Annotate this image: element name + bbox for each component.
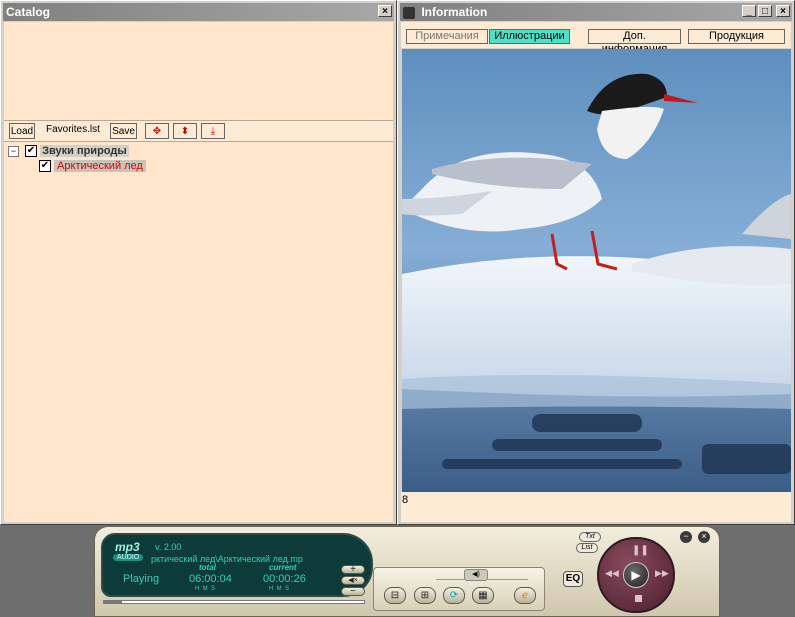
tab-notes[interactable]: Примечания [406,29,488,44]
play-button[interactable]: ▶ [623,562,649,588]
balance-slider[interactable]: ◀) [436,569,528,581]
web-button[interactable]: ℯ [514,587,536,604]
transport-panel: ◀) ⊟ ⊞ ⟳ ▦ ℯ [373,567,545,611]
player-close-button[interactable]: × [698,531,710,543]
mp3-player: mp3 AUDIO v. 2.00 рктический лед\Арктиче… [94,526,720,617]
mute-button[interactable]: ◀× [341,576,365,585]
player-lcd: mp3 AUDIO v. 2.00 рктический лед\Арктиче… [101,533,373,597]
player-minimize-button[interactable]: − [680,531,692,543]
catalog-tree: − ✔ Звуки природы ✔ Арктический лед [4,142,393,522]
total-label: total [199,563,216,572]
catalog-title: Catalog [6,5,51,19]
tab-products[interactable]: Продукция [688,29,785,44]
information-title: Information [421,5,488,19]
current-time: 00:00:26 [263,573,306,585]
tree-node-nature-sounds[interactable]: − ✔ Звуки природы [8,145,129,159]
image-index: 8 [402,494,409,506]
catalog-toolbar: Load Favorites.lst Save ✥ ⬍ ⤓ [4,120,393,142]
illustration-image [402,49,791,492]
current-hms: H M S [269,586,290,592]
move-all-icon[interactable]: ✥ [145,123,169,139]
total-hms: H M S [195,586,216,592]
speaker-icon: ◀) [464,569,488,581]
pause-icon[interactable]: ❚❚ [632,545,649,556]
catalog-titlebar[interactable]: Catalog × [3,3,394,21]
status-text: Playing [123,573,160,585]
tree-expander-icon[interactable]: − [8,145,19,157]
tree-node-label: Звуки природы [40,145,129,158]
save-button[interactable]: Save [110,123,137,139]
maximize-button[interactable]: □ [758,5,772,17]
control-wheel: ❚❚ ◀◀ ▶▶ ▶ [597,537,675,613]
tern-illustration [402,49,791,492]
tab-illustrations[interactable]: Иллюстрации [489,29,570,44]
catalog-header-area [4,22,393,120]
version-text: v. 2.00 [155,542,182,552]
load-button[interactable]: Load [9,123,35,139]
volume-down-button[interactable]: − [341,587,365,597]
tree-node-label: Арктический лед [54,160,146,173]
checkbox-icon[interactable]: ✔ [39,160,51,173]
progress-track[interactable] [103,600,365,604]
mp3-logo: mp3 [115,540,140,554]
tree-node-arctic-ice[interactable]: ✔ Арктический лед [39,160,146,174]
image-info-strip: 8 [401,492,791,522]
next-icon[interactable]: ▶▶ [655,568,669,579]
checkbox-icon[interactable]: ✔ [25,145,38,158]
move-down-icon[interactable]: ⤓ [201,123,225,139]
volume-up-button[interactable]: + [341,565,365,575]
information-titlebar[interactable]: Information _ □ × [400,3,792,21]
prev-track-button[interactable]: ⊟ [384,587,406,604]
playlist-button[interactable]: ▦ [472,587,494,604]
list-button[interactable]: List [576,543,598,553]
txt-button[interactable]: Txt [579,532,601,542]
progress-fill [104,601,123,603]
repeat-button[interactable]: ⊞ [414,587,436,604]
catalog-close-button[interactable]: × [378,5,392,17]
app-icon [403,6,415,19]
playlist-filename: Favorites.lst [46,124,100,135]
loop-button[interactable]: ⟳ [443,587,465,604]
catalog-window: Catalog × Load Favorites.lst Save ✥ ⬍ ⤓ … [0,0,397,525]
audio-badge: AUDIO [113,554,144,561]
close-button[interactable]: × [776,5,790,17]
information-window: Information _ □ × Примечания Иллюстрации… [397,0,795,525]
stop-icon[interactable] [635,595,642,602]
current-label: current [269,563,297,572]
minimize-button[interactable]: _ [742,5,756,17]
tab-additional-info[interactable]: Доп. информация [588,29,681,55]
previous-icon[interactable]: ◀◀ [605,568,619,579]
eq-button[interactable]: EQ [563,571,583,587]
total-time: 06:00:04 [189,573,232,585]
move-up-down-icon[interactable]: ⬍ [173,123,197,139]
